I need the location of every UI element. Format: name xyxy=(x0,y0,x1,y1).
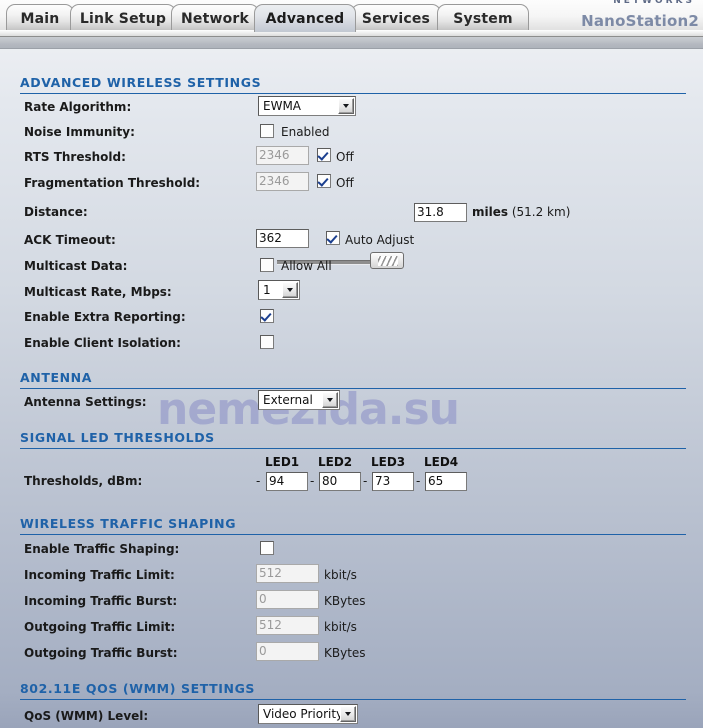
input-incoming-traffic-burst[interactable]: 0 xyxy=(256,590,319,609)
section-heading-qos: 802.11E QOS (WMM) SETTINGS xyxy=(20,681,686,700)
input-ack-timeout[interactable]: 362 xyxy=(256,229,309,248)
select-qos-level[interactable]: Video Priority xyxy=(258,704,358,724)
chevron-down-icon[interactable] xyxy=(322,392,338,408)
label-auto-adjust: Auto Adjust xyxy=(345,233,415,247)
column-header-led3: LED3 xyxy=(371,455,406,469)
label-rts-off: Off xyxy=(336,150,354,164)
label-antenna-settings: Antenna Settings: xyxy=(24,395,147,409)
chevron-down-icon[interactable] xyxy=(338,98,354,114)
label-distance: Distance: xyxy=(24,205,88,219)
chevron-down-icon[interactable] xyxy=(340,706,356,722)
section-heading-traffic-shaping: WIRELESS TRAFFIC SHAPING xyxy=(20,516,686,535)
label-incoming-traffic-burst: Incoming Traffic Burst: xyxy=(24,594,178,608)
unit-incoming-traffic-limit: kbit/s xyxy=(324,568,357,582)
tab-label: Services xyxy=(361,10,431,27)
input-led3-threshold[interactable]: 73 xyxy=(372,472,414,491)
label-ack-timeout: ACK Timeout: xyxy=(24,233,116,247)
input-rts-threshold[interactable]: 2346 xyxy=(256,146,309,165)
section-heading-signal-led: SIGNAL LED THRESHOLDS xyxy=(20,430,686,449)
input-led4-threshold[interactable]: 65 xyxy=(425,472,467,491)
select-multicast-rate-value: 1 xyxy=(263,283,271,297)
tab-system[interactable]: System xyxy=(437,4,529,32)
tab-network[interactable]: Network xyxy=(171,4,259,32)
label-rts-threshold: RTS Threshold: xyxy=(24,150,126,164)
input-incoming-traffic-limit[interactable]: 512 xyxy=(256,564,319,583)
unit-outgoing-traffic-burst: KBytes xyxy=(324,646,366,660)
tab-services[interactable]: Services xyxy=(351,4,441,32)
label-multicast-rate: Multicast Rate, Mbps: xyxy=(24,285,172,299)
select-antenna-settings-value: External xyxy=(263,393,313,407)
column-header-led2: LED2 xyxy=(318,455,353,469)
tab-label: Advanced xyxy=(265,10,345,27)
checkbox-noise-immunity[interactable] xyxy=(260,124,274,138)
input-led1-threshold[interactable]: 94 xyxy=(266,472,308,491)
label-multicast-allow-all: Allow All xyxy=(281,259,332,273)
distance-slider-handle[interactable] xyxy=(370,252,404,269)
sign-led3: - xyxy=(363,474,368,488)
select-rate-algorithm-value: EWMA xyxy=(263,99,302,113)
input-outgoing-traffic-burst[interactable]: 0 xyxy=(256,642,319,661)
unit-distance-km-text: (51.2 km) xyxy=(511,205,571,219)
checkbox-rts-off[interactable] xyxy=(317,148,331,162)
checkbox-client-isolation[interactable] xyxy=(260,335,274,349)
advanced-settings-page: nemezida.su ADVANCED WIRELESS SETTINGS R… xyxy=(0,49,703,728)
column-header-led1: LED1 xyxy=(265,455,300,469)
checkbox-extra-reporting[interactable] xyxy=(260,309,274,323)
input-led2-threshold[interactable]: 80 xyxy=(319,472,361,491)
unit-distance-miles: miles (51.2 km) xyxy=(472,205,570,219)
input-outgoing-traffic-limit[interactable]: 512 xyxy=(256,616,319,635)
column-header-led4: LED4 xyxy=(424,455,459,469)
label-incoming-traffic-limit: Incoming Traffic Limit: xyxy=(24,568,175,582)
tab-link-setup[interactable]: Link Setup xyxy=(70,4,176,32)
label-fragmentation-off: Off xyxy=(336,176,354,190)
header-underbar xyxy=(0,37,703,49)
tab-label: System xyxy=(453,10,513,27)
input-fragmentation-threshold[interactable]: 2346 xyxy=(256,172,309,191)
select-multicast-rate[interactable]: 1 xyxy=(258,280,300,300)
label-fragmentation-threshold: Fragmentation Threshold: xyxy=(24,176,201,190)
input-distance[interactable]: 31.8 xyxy=(414,203,467,222)
device-model-label: NanoStation2 xyxy=(581,12,699,30)
section-heading-advanced-wireless: ADVANCED WIRELESS SETTINGS xyxy=(20,75,686,94)
label-noise-immunity-enabled: Enabled xyxy=(281,125,330,139)
tab-advanced[interactable]: Advanced xyxy=(254,4,356,32)
label-client-isolation: Enable Client Isolation: xyxy=(24,336,181,350)
tab-main[interactable]: Main xyxy=(6,4,74,32)
sign-led4: - xyxy=(416,474,421,488)
select-rate-algorithm[interactable]: EWMA xyxy=(258,96,356,116)
unit-distance-miles-text: miles xyxy=(472,205,509,219)
sign-led1: - xyxy=(256,474,261,488)
label-rate-algorithm: Rate Algorithm: xyxy=(24,100,132,114)
tab-label: Main xyxy=(20,10,60,27)
sign-led2: - xyxy=(310,474,315,488)
brand-networks-label: NETWORKS xyxy=(613,0,695,6)
grip-icon xyxy=(378,256,398,266)
select-qos-level-value: Video Priority xyxy=(263,707,340,721)
label-multicast-data: Multicast Data: xyxy=(24,259,128,273)
label-noise-immunity: Noise Immunity: xyxy=(24,125,135,139)
unit-incoming-traffic-burst: KBytes xyxy=(324,594,366,608)
label-qos-level: QoS (WMM) Level: xyxy=(24,709,149,723)
label-extra-reporting: Enable Extra Reporting: xyxy=(24,310,186,324)
checkbox-auto-adjust[interactable] xyxy=(326,231,340,245)
section-heading-antenna: ANTENNA xyxy=(20,370,686,389)
label-enable-traffic-shaping: Enable Traffic Shaping: xyxy=(24,542,180,556)
label-thresholds-dbm: Thresholds, dBm: xyxy=(24,474,143,488)
checkbox-fragmentation-off[interactable] xyxy=(317,174,331,188)
select-antenna-settings[interactable]: External xyxy=(258,390,340,410)
label-outgoing-traffic-limit: Outgoing Traffic Limit: xyxy=(24,620,176,634)
tab-label: Network xyxy=(180,10,250,27)
checkbox-enable-traffic-shaping[interactable] xyxy=(260,541,274,555)
chevron-down-icon[interactable] xyxy=(282,282,298,298)
checkbox-multicast-allow-all[interactable] xyxy=(260,258,274,272)
tab-label: Link Setup xyxy=(79,10,167,27)
label-outgoing-traffic-burst: Outgoing Traffic Burst: xyxy=(24,646,178,660)
unit-outgoing-traffic-limit: kbit/s xyxy=(324,620,357,634)
